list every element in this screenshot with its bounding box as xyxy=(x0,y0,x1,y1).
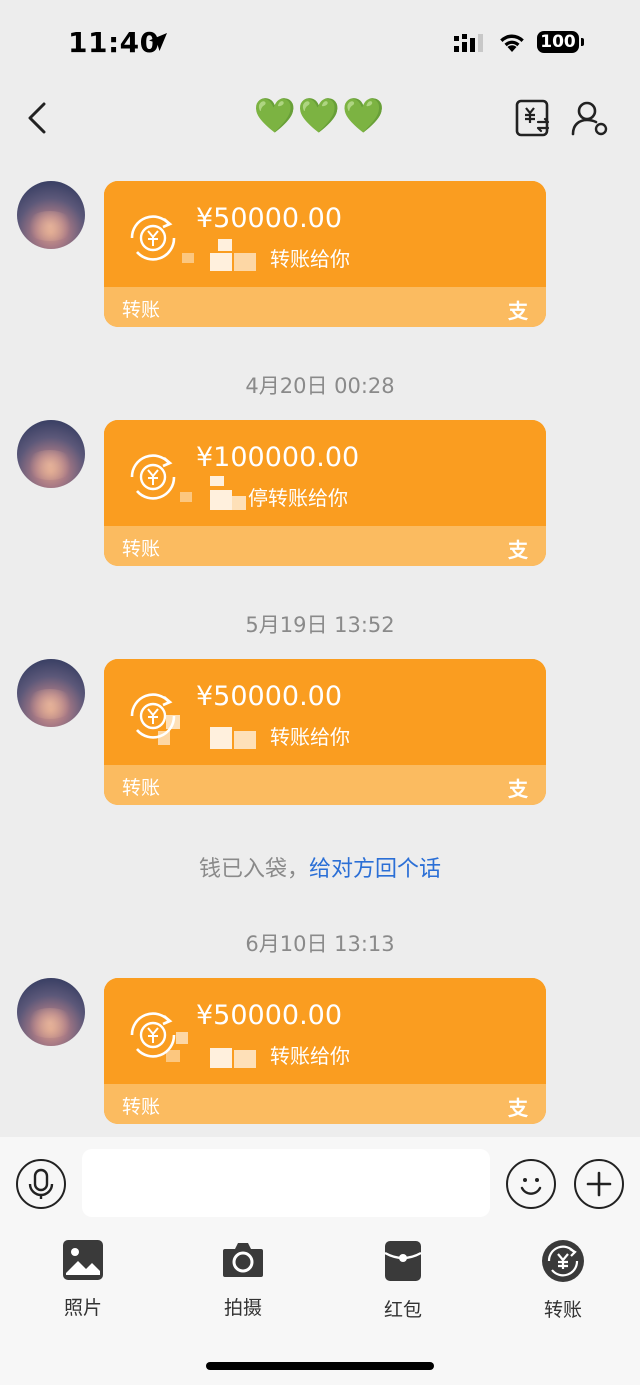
transfer-icon xyxy=(542,1240,584,1282)
timestamp: 5月19日 13:52 xyxy=(245,613,395,637)
home-indicator[interactable] xyxy=(206,1362,434,1370)
message-input[interactable] xyxy=(82,1149,490,1217)
alipay-icon: 支 xyxy=(508,1096,528,1120)
emoji-icon xyxy=(520,1178,542,1195)
alipay-icon: 支 xyxy=(508,777,528,801)
user-settings-icon[interactable] xyxy=(570,98,610,138)
location-arrow-icon xyxy=(149,33,167,51)
toolbar-photo[interactable]: 照片 xyxy=(23,1239,143,1329)
transfer-card-footer: 转账 支 xyxy=(104,287,546,327)
transfer-records-icon[interactable] xyxy=(514,98,552,138)
transfer-amount: ¥100000.00 xyxy=(196,442,360,473)
battery-indicator: 100 xyxy=(537,31,579,53)
transfer-amount: ¥50000.00 xyxy=(196,1000,343,1031)
timestamp: 6月10日 13:13 xyxy=(245,932,395,956)
toolbar-camera[interactable]: 拍摄 xyxy=(183,1239,303,1329)
avatar[interactable] xyxy=(17,659,85,727)
toolbar-transfer[interactable]: 转账 xyxy=(503,1239,623,1329)
transfer-card-body: ¥50000.00 转账给你 xyxy=(104,181,546,287)
transfer-card[interactable]: ¥50000.00 转账给你 转账 支 xyxy=(104,978,546,1124)
avatar[interactable] xyxy=(17,420,85,488)
red-packet-icon xyxy=(384,1241,422,1281)
nav-bar: 💚💚💚 xyxy=(0,86,640,152)
voice-button[interactable] xyxy=(16,1159,66,1209)
system-notice-text: 钱已入袋， xyxy=(198,857,309,882)
battery-tip xyxy=(581,38,584,46)
more-button[interactable] xyxy=(574,1159,624,1209)
transfer-card-body: ¥50000.00 转账给你 xyxy=(104,978,546,1084)
transfer-amount: ¥50000.00 xyxy=(196,681,343,712)
message-row: ¥50000.00 转账给你 转账 支 xyxy=(0,659,640,805)
transfer-note-text: 转账给你 xyxy=(270,247,350,271)
reply-link[interactable]: 给对方回个话 xyxy=(309,857,441,882)
transfer-type-label: 转账 xyxy=(122,299,161,321)
toolbar-camera-label: 拍摄 xyxy=(223,1297,262,1319)
transfer-card-footer: 转账 支 xyxy=(104,1084,546,1124)
transfer-note-text: 转账给你 xyxy=(270,725,350,749)
plus-icon xyxy=(586,1171,612,1197)
input-bar: 照片 拍摄 红包 转账 xyxy=(0,1137,640,1385)
transfer-type-label: 转账 xyxy=(122,1096,161,1118)
transfer-type-label: 转账 xyxy=(122,538,161,560)
photo-icon xyxy=(63,1240,103,1280)
system-notice: 钱已入袋，给对方回个话 xyxy=(0,851,640,883)
transfer-card[interactable]: ¥50000.00 转账给你 转账 支 xyxy=(104,181,546,327)
message-row: ¥50000.00 转账给你 转账 支 xyxy=(0,181,640,327)
transfer-amount: ¥50000.00 xyxy=(196,203,343,234)
transfer-card-footer: 转账 支 xyxy=(104,765,546,805)
avatar[interactable] xyxy=(17,978,85,1046)
camera-icon xyxy=(223,1243,263,1277)
toolbar-red-packet-label: 红包 xyxy=(383,1299,422,1321)
chat-screen: 11:40 100 💚💚💚 ¥50000.00 转账给你 转账 支 4月20日 … xyxy=(0,0,640,1385)
transfer-card-body: ¥100000.00 停转账给你 xyxy=(104,420,546,526)
transfer-type-label: 转账 xyxy=(122,777,161,799)
transfer-note-text: 停转账给你 xyxy=(248,486,348,510)
transfer-card[interactable]: ¥100000.00 停转账给你 转账 支 xyxy=(104,420,546,566)
toolbar-red-packet[interactable]: 红包 xyxy=(343,1239,463,1329)
alipay-icon: 支 xyxy=(508,299,528,323)
transfer-card-footer: 转账 支 xyxy=(104,526,546,566)
transfer-card-body: ¥50000.00 转账给你 xyxy=(104,659,546,765)
blurred-name xyxy=(166,1032,258,1072)
transfer-icon xyxy=(130,454,176,500)
avatar[interactable] xyxy=(17,181,85,249)
emoji-button[interactable] xyxy=(506,1159,556,1209)
transfer-icon xyxy=(130,215,176,261)
signal-icon xyxy=(454,34,483,52)
timestamp: 4月20日 00:28 xyxy=(245,374,395,398)
microphone-icon xyxy=(28,1168,54,1199)
status-bar: 11:40 100 xyxy=(0,0,640,86)
message-row: ¥100000.00 停转账给你 转账 支 xyxy=(0,420,640,566)
transfer-note-text: 转账给你 xyxy=(270,1044,350,1068)
toolbar-transfer-label: 转账 xyxy=(543,1299,582,1321)
toolbar-photo-label: 照片 xyxy=(63,1297,102,1319)
wifi-icon xyxy=(500,34,524,52)
message-row: ¥50000.00 转账给你 转账 支 xyxy=(0,978,640,1124)
alipay-icon: 支 xyxy=(508,538,528,562)
transfer-card[interactable]: ¥50000.00 转账给你 转账 支 xyxy=(104,659,546,805)
blurred-name xyxy=(158,715,258,753)
blurred-name xyxy=(182,239,258,275)
